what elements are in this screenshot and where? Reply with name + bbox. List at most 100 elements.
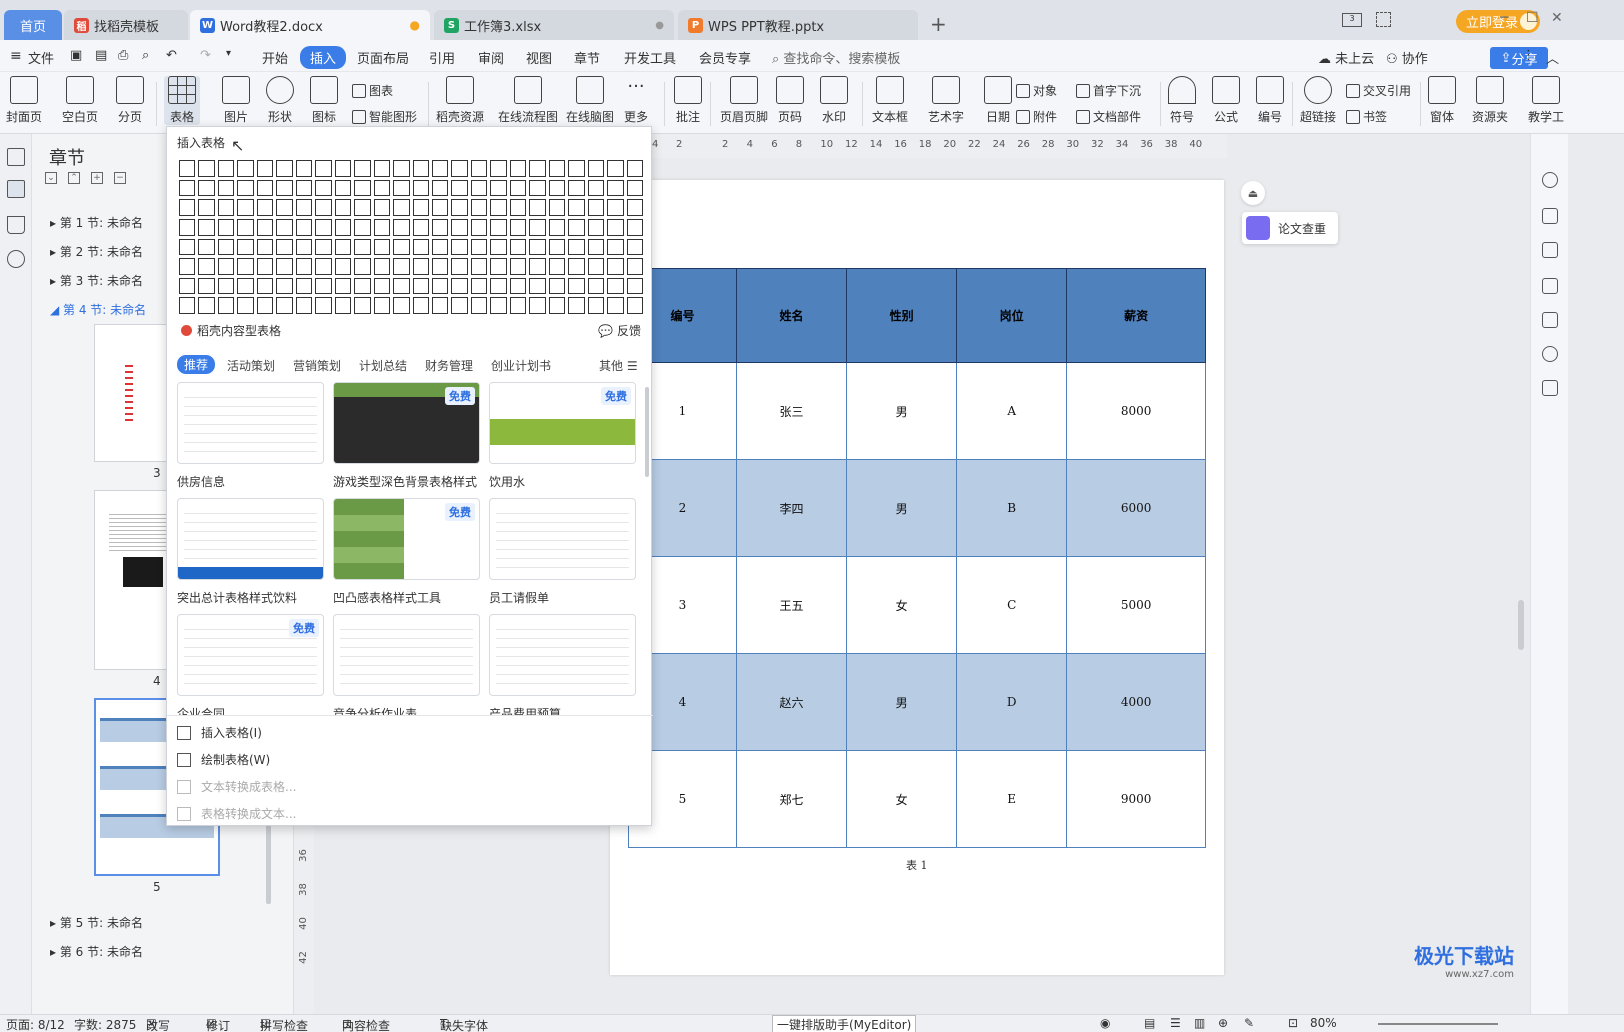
print-icon[interactable]: ⎙	[118, 48, 128, 63]
grid-cell[interactable]	[217, 258, 235, 275]
grid-cell[interactable]	[198, 238, 215, 256]
table-cell[interactable]: 王五	[735, 556, 848, 654]
menu-chapter[interactable]: 章节	[574, 48, 600, 67]
grid-cell[interactable]	[412, 277, 429, 295]
grid-cell[interactable]	[470, 238, 488, 256]
template-card[interactable]	[177, 382, 324, 464]
ribbon-numbering[interactable]: 编号	[1256, 76, 1284, 125]
grid-cell[interactable]	[490, 258, 507, 275]
grid-cell[interactable]	[256, 277, 274, 295]
customize-icon[interactable]: ▾	[226, 48, 231, 59]
ribbon-textbox[interactable]: 文本框	[872, 76, 908, 125]
template-card[interactable]: 免费	[333, 498, 480, 580]
grid-cell[interactable]	[198, 218, 215, 236]
grid-cell[interactable]	[393, 297, 410, 314]
ribbon-cover-page[interactable]: 封面页	[6, 76, 42, 125]
ribbon-icons[interactable]: 图标	[310, 76, 338, 125]
more-icon[interactable]: ⋮	[1522, 48, 1535, 63]
template-card[interactable]	[489, 498, 636, 580]
ribbon-more[interactable]: ··· 更多	[622, 76, 650, 125]
outline-view-icon[interactable]: ☰	[1170, 1016, 1181, 1030]
grid-cell[interactable]	[237, 238, 254, 256]
grid-cell[interactable]	[315, 277, 332, 295]
grid-cell[interactable]	[568, 277, 585, 295]
grid-cell[interactable]	[529, 258, 546, 275]
ribbon-teaching[interactable]: 教学工	[1528, 76, 1564, 125]
grid-cell[interactable]	[470, 199, 488, 216]
bookmark-icon[interactable]	[7, 216, 25, 234]
grid-cell[interactable]	[568, 238, 585, 256]
section-item[interactable]: ▸ 第 2 节: 未命名	[50, 243, 143, 260]
template-card[interactable]	[333, 614, 480, 696]
grid-cell[interactable]	[373, 277, 391, 295]
grid-cell[interactable]	[315, 258, 332, 275]
grid-cell[interactable]	[315, 179, 332, 197]
minimize-icon[interactable]: ─	[1500, 10, 1508, 26]
grid-cell[interactable]	[276, 297, 293, 314]
grid-cell[interactable]	[451, 277, 468, 295]
grid-cell[interactable]	[198, 297, 215, 314]
menu-devtools[interactable]: 开发工具	[624, 48, 676, 67]
grid-cell[interactable]	[276, 277, 293, 295]
table-cell[interactable]: 男	[846, 362, 958, 460]
grid-cell[interactable]	[431, 238, 449, 256]
grid-cell[interactable]	[431, 297, 449, 314]
grid-cell[interactable]	[256, 218, 274, 236]
grid-cell[interactable]	[237, 218, 254, 236]
grid-cell[interactable]	[393, 160, 410, 177]
grid-cell[interactable]	[256, 199, 274, 216]
ribbon-drop-cap[interactable]: 首字下沉	[1076, 82, 1141, 99]
table-cell[interactable]: 男	[846, 653, 958, 751]
grid-cell[interactable]	[529, 277, 546, 295]
grid-cell[interactable]	[276, 218, 293, 236]
grid-cell[interactable]	[393, 258, 410, 275]
table-cell[interactable]: C	[956, 556, 1068, 654]
grid-cell[interactable]	[373, 199, 391, 216]
grid-cell[interactable]	[179, 160, 196, 177]
share-button[interactable]: ⇪ 分享	[1490, 47, 1548, 69]
grid-cell[interactable]	[217, 277, 235, 295]
grid-cell[interactable]	[626, 199, 643, 216]
grid-cell[interactable]	[393, 199, 410, 216]
tab-ppt[interactable]: P WPS PPT教程.pptx	[678, 10, 918, 40]
ribbon-blank-page[interactable]: 空白页	[62, 76, 98, 125]
section-item[interactable]: ▸ 第 5 节: 未命名	[50, 914, 143, 931]
grid-cell[interactable]	[587, 218, 605, 236]
template-card[interactable]: 免费	[489, 382, 636, 464]
grid-cell[interactable]	[276, 160, 293, 177]
ribbon-table[interactable]: 表格	[164, 76, 200, 125]
hamburger-icon[interactable]: ≡	[10, 48, 22, 64]
paper-check-button[interactable]: 论文查重	[1242, 212, 1338, 244]
grid-cell[interactable]	[354, 238, 371, 256]
grid-cell[interactable]	[568, 297, 585, 314]
grid-cell[interactable]	[256, 297, 274, 314]
grid-cell[interactable]	[412, 179, 429, 197]
grid-cell[interactable]	[470, 277, 488, 295]
grid-cell[interactable]	[295, 238, 313, 256]
grid-cell[interactable]	[509, 199, 527, 216]
table-header-cell[interactable]: 姓名	[735, 268, 848, 363]
grid-cell[interactable]	[568, 258, 585, 275]
grid-cell[interactable]	[470, 258, 488, 275]
grid-cell[interactable]	[548, 160, 566, 177]
document-table[interactable]: 编号 姓名 性别 岗位 薪资 1 张三男 A 8000 2 李四男 B 6000 3 王五女 C 50…	[628, 268, 1206, 848]
grid-cell[interactable]	[237, 179, 254, 197]
grid-cell[interactable]	[198, 258, 215, 275]
grid-cell[interactable]	[354, 258, 371, 275]
grid-cell[interactable]	[509, 160, 527, 177]
grid-cell[interactable]	[198, 179, 215, 197]
table-header-cell[interactable]: 性别	[846, 268, 958, 363]
table-cell[interactable]: 9000	[1066, 750, 1206, 848]
outline-icon[interactable]	[7, 148, 25, 166]
command-search[interactable]: ⌕ 查找命令、搜索模板	[772, 48, 900, 67]
pen-view-icon[interactable]: ✎	[1244, 1016, 1254, 1030]
grid-cell[interactable]	[373, 218, 391, 236]
eye-icon[interactable]: ◉	[1100, 1016, 1110, 1030]
grid-cell[interactable]	[276, 238, 293, 256]
grid-cell[interactable]	[354, 160, 371, 177]
category-tab[interactable]: 活动策划	[227, 357, 275, 374]
category-tab[interactable]: 计划总结	[359, 357, 407, 374]
grid-cell[interactable]	[198, 160, 215, 177]
grid-cell[interactable]	[587, 179, 605, 197]
table-cell[interactable]: B	[956, 459, 1068, 557]
